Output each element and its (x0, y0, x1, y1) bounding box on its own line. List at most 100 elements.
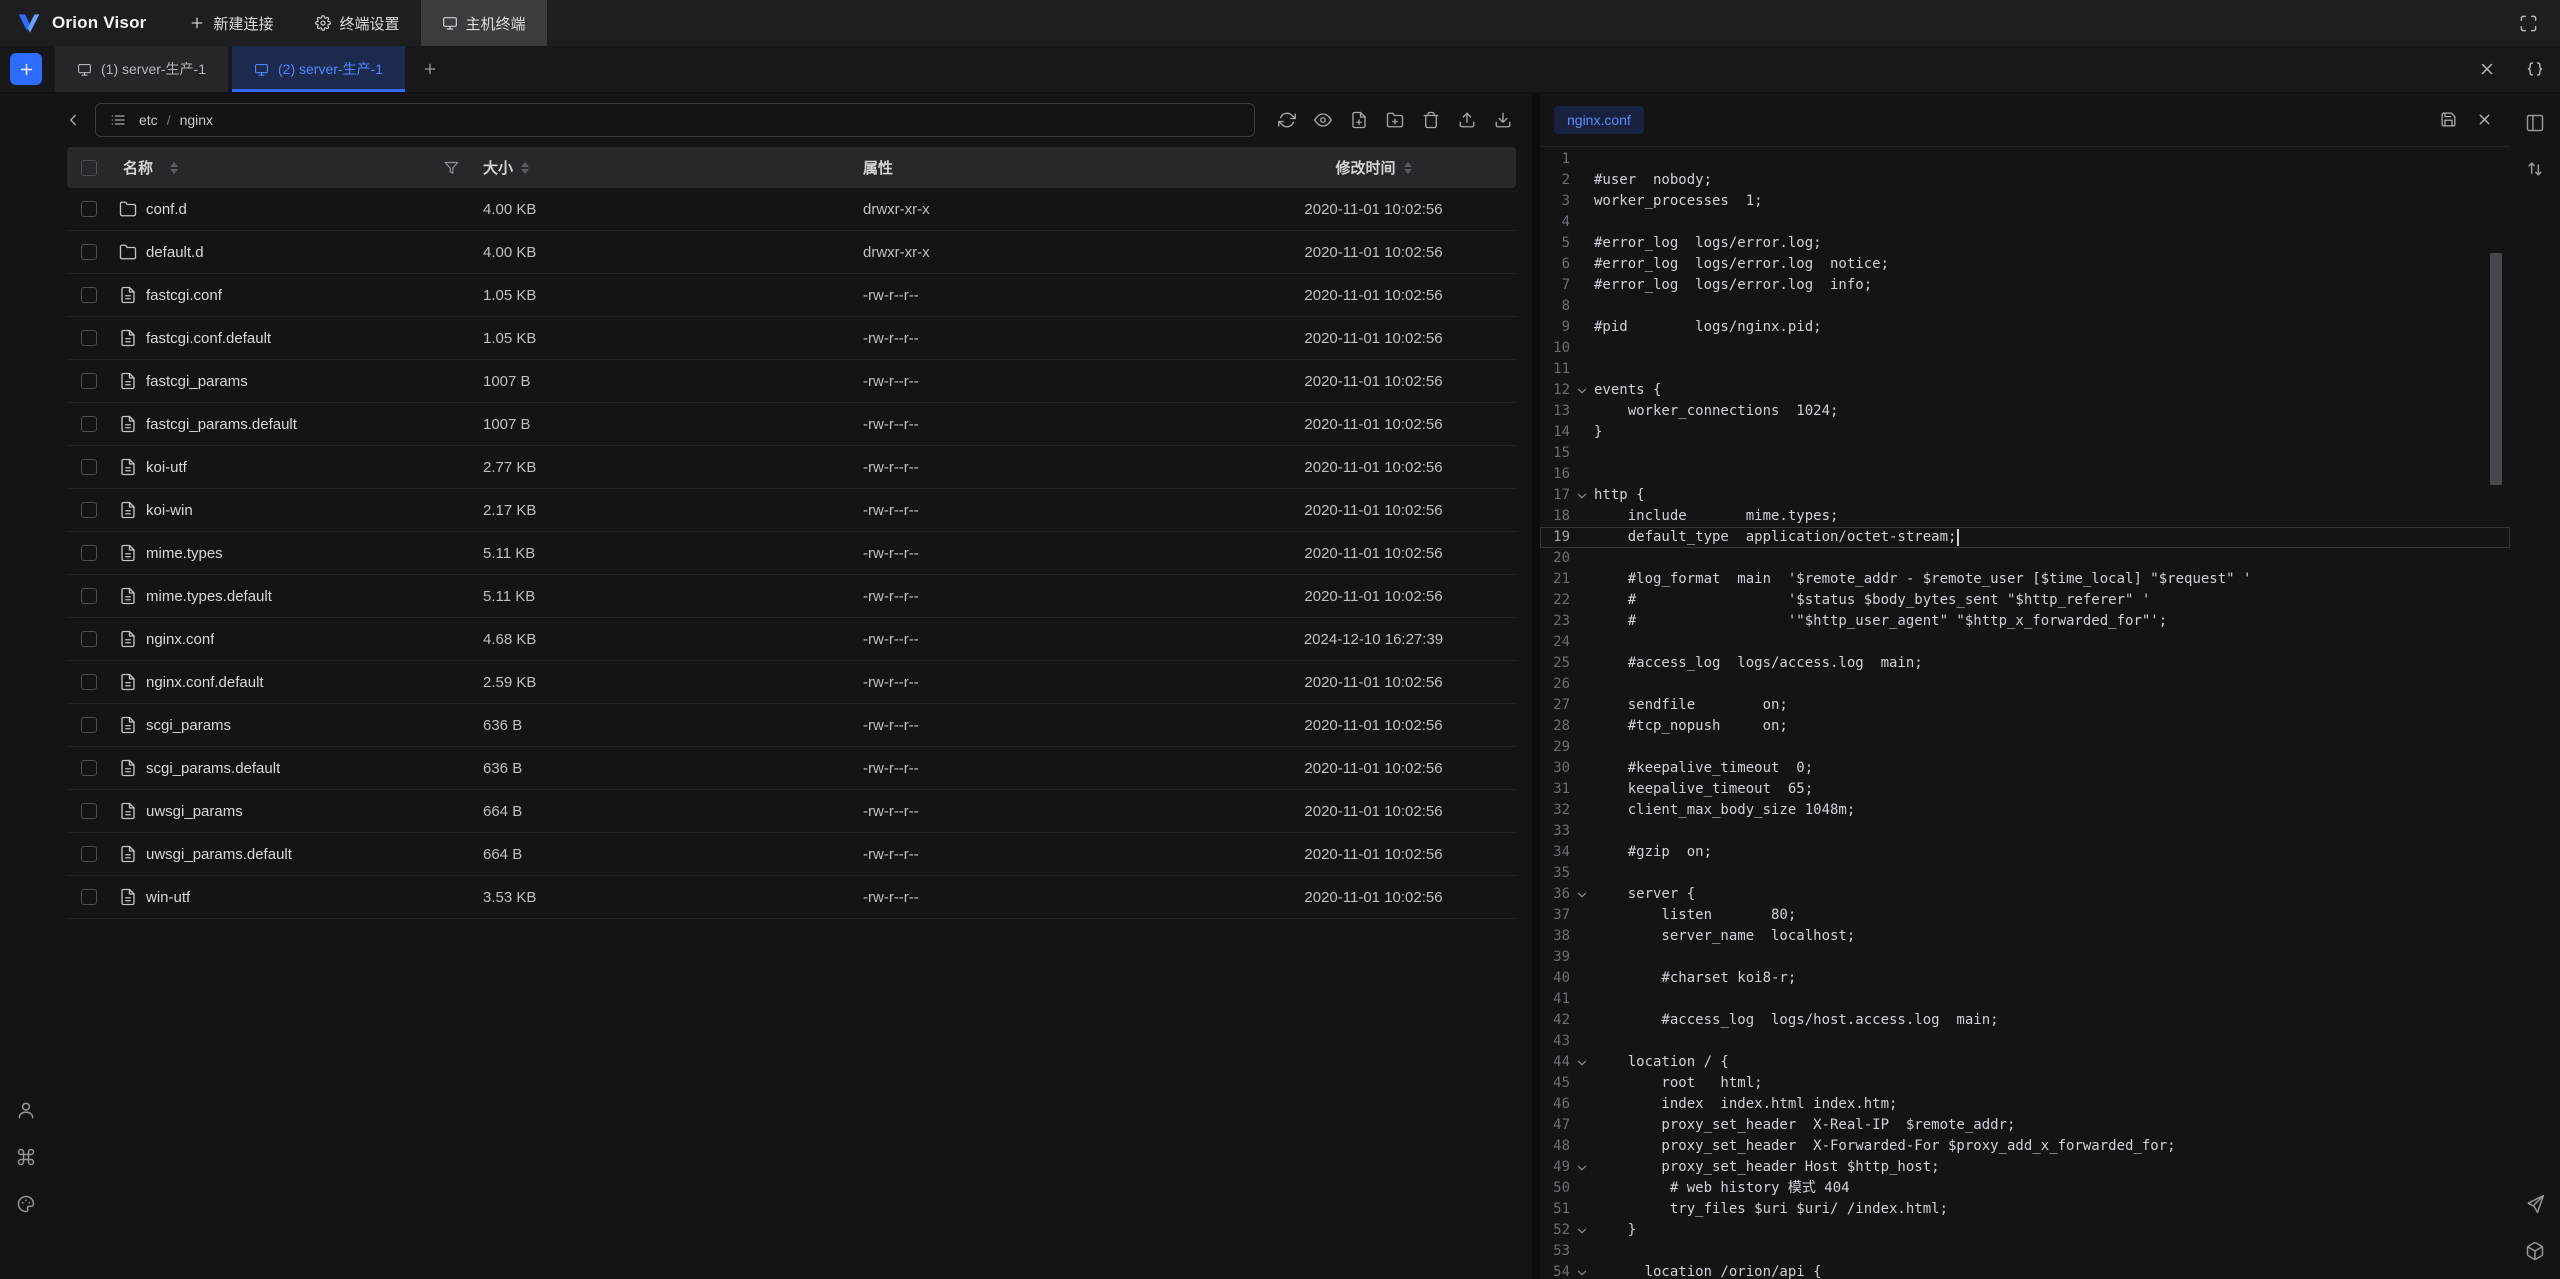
row-checkbox[interactable] (81, 330, 97, 346)
code-line[interactable]: 2 #user nobody; (1540, 170, 2510, 191)
back-button[interactable] (57, 104, 89, 136)
row-checkbox[interactable] (81, 244, 97, 260)
code-line[interactable]: 8 (1540, 296, 2510, 317)
code-line[interactable]: 42 #access_log logs/host.access.log main… (1540, 1010, 2510, 1031)
code-line[interactable]: 43 (1540, 1031, 2510, 1052)
row-checkbox[interactable] (81, 201, 97, 217)
table-row[interactable]: fastcgi.conf 1.05 KB -rw-r--r-- 2020-11-… (67, 274, 1516, 317)
breadcrumb-menu-button[interactable] (107, 109, 129, 131)
row-checkbox[interactable] (81, 674, 97, 690)
fold-toggle-icon[interactable] (1570, 1157, 1594, 1178)
terminal-tab[interactable]: (2) server-生产-1 (232, 46, 405, 92)
fold-toggle-icon[interactable] (1570, 380, 1594, 401)
fold-toggle-icon[interactable] (1570, 1052, 1594, 1073)
table-row[interactable]: fastcgi.conf.default 1.05 KB -rw-r--r-- … (67, 317, 1516, 360)
code-line[interactable]: 3 worker_processes 1; (1540, 191, 2510, 212)
code-line[interactable]: 45 root html; (1540, 1073, 2510, 1094)
editor-file-tab[interactable]: nginx.conf (1554, 106, 1644, 134)
code-line[interactable]: 36 server { (1540, 884, 2510, 905)
code-line[interactable]: 54 location /orion/api { (1540, 1262, 2510, 1279)
code-line[interactable]: 21 #log_format main '$remote_addr - $rem… (1540, 569, 2510, 590)
sort-mtime-icon[interactable] (1404, 162, 1412, 174)
code-line[interactable]: 25 #access_log logs/access.log main; (1540, 653, 2510, 674)
upload-button[interactable] (1451, 104, 1483, 136)
code-line[interactable]: 22 # '$status $body_bytes_sent "$http_re… (1540, 590, 2510, 611)
code-line[interactable]: 13 worker_connections 1024; (1540, 401, 2510, 422)
filter-icon[interactable] (444, 160, 459, 175)
user-button[interactable] (8, 1092, 44, 1128)
table-row[interactable]: mime.types 5.11 KB -rw-r--r-- 2020-11-01… (67, 532, 1516, 575)
new-terminal-button[interactable] (10, 53, 42, 85)
code-line[interactable]: 23 # '"$http_user_agent" "$http_x_forwar… (1540, 611, 2510, 632)
code-line[interactable]: 40 #charset koi8-r; (1540, 968, 2510, 989)
table-row[interactable]: conf.d 4.00 KB drwxr-xr-x 2020-11-01 10:… (67, 188, 1516, 231)
settings-button[interactable] (8, 1233, 44, 1269)
col-mtime-label[interactable]: 修改时间 (1335, 157, 1395, 178)
code-line[interactable]: 39 (1540, 947, 2510, 968)
fold-toggle-icon[interactable] (1570, 1220, 1594, 1241)
col-size-label[interactable]: 大小 (483, 157, 513, 178)
table-row[interactable]: default.d 4.00 KB drwxr-xr-x 2020-11-01 … (67, 231, 1516, 274)
fullscreen-button[interactable] (2510, 5, 2546, 41)
eye-button[interactable] (1307, 104, 1339, 136)
code-line[interactable]: 32 client_max_body_size 1048m; (1540, 800, 2510, 821)
code-line[interactable]: 12 events { (1540, 380, 2510, 401)
close-editor-button[interactable] (2468, 104, 2500, 136)
download-button[interactable] (1487, 104, 1519, 136)
file-plus-button[interactable] (1343, 104, 1375, 136)
code-line[interactable]: 18 include mime.types; (1540, 506, 2510, 527)
code-line[interactable]: 31 keepalive_timeout 65; (1540, 779, 2510, 800)
fold-toggle-icon[interactable] (1570, 884, 1594, 905)
table-row[interactable]: uwsgi_params.default 664 B -rw-r--r-- 20… (67, 833, 1516, 876)
code-line[interactable]: 26 (1540, 674, 2510, 695)
path-segment[interactable]: etc (139, 112, 158, 128)
row-checkbox[interactable] (81, 760, 97, 776)
table-row[interactable]: koi-win 2.17 KB -rw-r--r-- 2020-11-01 10… (67, 489, 1516, 532)
table-row[interactable]: koi-utf 2.77 KB -rw-r--r-- 2020-11-01 10… (67, 446, 1516, 489)
row-checkbox[interactable] (81, 545, 97, 561)
code-line[interactable]: 29 (1540, 737, 2510, 758)
row-checkbox[interactable] (81, 588, 97, 604)
table-row[interactable]: win-utf 3.53 KB -rw-r--r-- 2020-11-01 10… (67, 876, 1516, 919)
code-line[interactable]: 53 (1540, 1241, 2510, 1262)
table-row[interactable]: fastcgi_params.default 1007 B -rw-r--r--… (67, 403, 1516, 446)
close-panel-button[interactable] (2469, 51, 2505, 87)
select-all-checkbox[interactable] (81, 160, 97, 176)
row-checkbox[interactable] (81, 846, 97, 862)
code-line[interactable]: 49 proxy_set_header Host $http_host; (1540, 1157, 2510, 1178)
code-line[interactable]: 44 location / { (1540, 1052, 2510, 1073)
package-button[interactable] (2517, 1233, 2553, 1269)
code-line[interactable]: 20 (1540, 548, 2510, 569)
code-line[interactable]: 37 listen 80; (1540, 905, 2510, 926)
code-editor[interactable]: 1 2 #user nobody; 3 worker_processes 1; … (1540, 147, 2510, 1279)
code-line[interactable]: 5 #error_log logs/error.log; (1540, 233, 2510, 254)
code-line[interactable]: 41 (1540, 989, 2510, 1010)
row-checkbox[interactable] (81, 889, 97, 905)
code-line[interactable]: 11 (1540, 359, 2510, 380)
code-line[interactable]: 24 (1540, 632, 2510, 653)
code-line[interactable]: 16 (1540, 464, 2510, 485)
panel-resize-divider[interactable] (1532, 93, 1540, 1279)
topbar-nav-host-terminal[interactable]: 主机终端 (421, 0, 547, 46)
code-line[interactable]: 50 # web history 模式 404 (1540, 1178, 2510, 1199)
row-checkbox[interactable] (81, 373, 97, 389)
terminal-tab[interactable]: (1) server-生产-1 (55, 46, 228, 92)
code-line[interactable]: 10 (1540, 338, 2510, 359)
table-row[interactable]: uwsgi_params 664 B -rw-r--r-- 2020-11-01… (67, 790, 1516, 833)
code-line[interactable]: 15 (1540, 443, 2510, 464)
sort-size-icon[interactable] (521, 162, 529, 174)
table-row[interactable]: scgi_params.default 636 B -rw-r--r-- 202… (67, 747, 1516, 790)
code-line[interactable]: 19 default_type application/octet-stream… (1540, 527, 2510, 548)
fold-toggle-icon[interactable] (1570, 485, 1594, 506)
code-line[interactable]: 14 } (1540, 422, 2510, 443)
editor-scrollbar[interactable] (2490, 253, 2502, 485)
fold-toggle-icon[interactable] (1570, 1262, 1594, 1279)
code-line[interactable]: 17 http { (1540, 485, 2510, 506)
panel-button[interactable] (2517, 105, 2553, 141)
row-checkbox[interactable] (81, 416, 97, 432)
code-line[interactable]: 33 (1540, 821, 2510, 842)
code-line[interactable]: 46 index index.html index.htm; (1540, 1094, 2510, 1115)
add-tab-button[interactable] (413, 52, 447, 86)
sort-name-icon[interactable] (170, 162, 178, 174)
topbar-nav-new-connection[interactable]: 新建连接 (168, 0, 294, 46)
